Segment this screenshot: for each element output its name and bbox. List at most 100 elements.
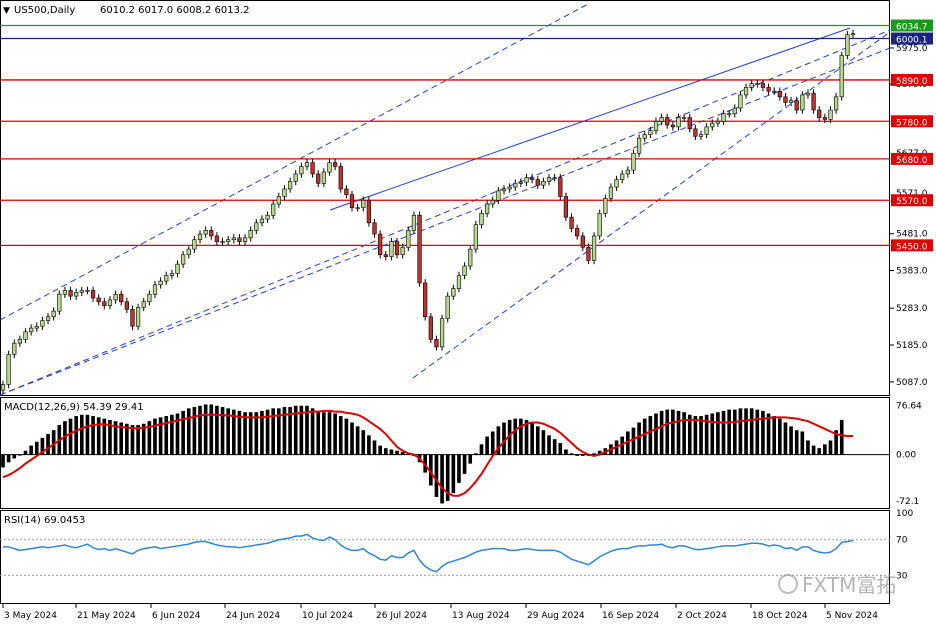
macd-bar [468,454,473,464]
candle [676,117,681,128]
candle [439,318,445,348]
macd-bar [580,454,585,456]
candle [445,295,450,319]
macd-bar [755,409,760,455]
candle [209,230,214,237]
macd-label: MACD(12,26,9) 54.39 29.41 [4,402,144,413]
candle [197,233,203,241]
candle [721,113,726,122]
macd-bar [34,441,39,455]
macd-bar [693,416,698,455]
candle [749,83,754,88]
macd-bar [158,417,163,455]
candle [181,254,186,265]
candle [316,173,321,184]
candle [738,94,743,109]
candle [800,94,805,111]
candle [231,237,236,241]
macd-bar [839,419,844,455]
candle [428,316,433,340]
candle [6,354,11,385]
macd-bar [485,436,489,455]
macd-bar [378,445,382,455]
macd-bar [68,418,73,455]
candle [79,290,84,293]
macd-bar [547,435,551,455]
candle [788,100,794,103]
macd-bar [530,422,534,455]
candle [490,199,495,205]
macd-bar [367,435,371,455]
macd-bar [350,422,354,455]
candle [462,265,467,276]
candle [214,235,220,242]
level-label: 5890.0 [896,77,928,87]
macd-bar [333,413,337,455]
macd-bar [389,449,394,455]
macd-bar [789,426,793,455]
candle [74,292,79,297]
candle [107,299,113,306]
candle [704,126,709,135]
macd-bar [243,412,247,455]
macd-bar [659,410,664,455]
candle [355,207,360,210]
candle [727,113,732,116]
candle [822,117,827,120]
macd-bar [828,440,833,455]
time-tick-label: 29 Aug 2024 [527,611,585,621]
candle [732,107,737,115]
candle [665,117,670,126]
macd-bar [676,410,681,455]
macd-bar [96,417,101,455]
candle [659,117,664,122]
trading-chart[interactable]: 5975.05879.05481.05383.05283.05185.05087… [0,0,936,624]
macd-bar [541,430,546,455]
candle [411,214,417,231]
candle [597,213,602,237]
candle [333,162,338,167]
candle [850,33,856,36]
candle [135,307,141,327]
macd-bar [806,440,810,455]
candle [287,181,293,190]
level-label: 5450.0 [896,242,928,252]
candle [575,228,580,237]
time-tick-label: 21 May 2024 [77,611,136,621]
macd-bar [198,405,202,455]
price-tick-label: 5481.0 [896,230,928,240]
level-label: 5680.0 [896,156,928,166]
macd-bar [192,407,197,455]
macd-bar [778,418,782,455]
macd-bar [46,434,50,455]
candle [845,34,850,56]
candle [29,327,34,333]
candle [310,162,315,175]
macd-bar [355,426,360,455]
candle [102,301,107,306]
candle [321,171,326,184]
candle [96,297,101,303]
macd-bar [671,409,675,455]
candle [406,230,411,248]
time-tick-label: 24 Jun 2024 [226,611,280,621]
candle [653,120,659,131]
macd-bar [434,454,439,498]
macd-bar [800,431,805,455]
macd-bar [631,427,636,455]
candle [614,179,619,188]
candle [259,218,265,224]
rsi-tick-label: 30 [896,571,908,581]
macd-bar [18,454,22,456]
macd-bar [130,425,135,455]
macd-tick-label: -72.1 [896,497,919,507]
macd-bar [327,412,332,455]
candle [192,239,197,250]
macd-bar [817,448,822,455]
collapse-triangle-icon[interactable]: ▼ [3,6,10,16]
macd-bar [23,450,28,455]
candle [254,222,259,231]
macd-bar [254,412,259,455]
macd-bar [721,410,726,455]
time-tick-label: 5 Nov 2024 [826,611,878,621]
